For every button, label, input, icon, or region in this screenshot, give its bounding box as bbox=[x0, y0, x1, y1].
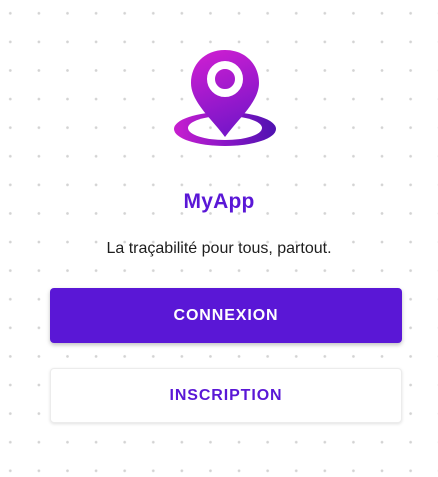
signup-button[interactable]: INSCRIPTION bbox=[50, 368, 402, 423]
app-title: MyApp bbox=[183, 190, 255, 213]
app-tagline: La traçabilité pour tous, partout. bbox=[106, 240, 332, 257]
login-button[interactable]: CONNEXION bbox=[50, 288, 402, 343]
location-pin-icon bbox=[174, 50, 276, 146]
